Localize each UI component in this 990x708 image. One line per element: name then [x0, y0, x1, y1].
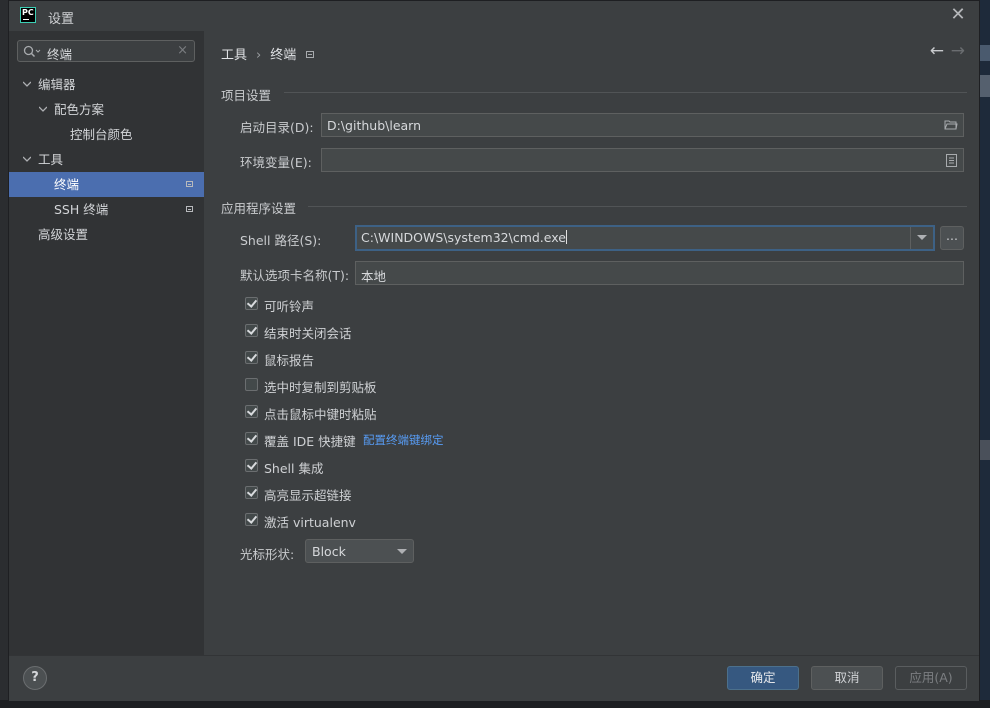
- sidebar-item-label: 终端: [54, 177, 80, 192]
- chevron-down-icon: [23, 81, 31, 87]
- chevron-down-icon: [397, 549, 407, 554]
- back-arrow-icon[interactable]: ←: [930, 41, 944, 61]
- help-button[interactable]: ?: [23, 666, 47, 690]
- default-tab-name-field[interactable]: 本地: [355, 261, 964, 285]
- apply-button[interactable]: 应用(A): [895, 666, 967, 690]
- breadcrumb-current: 终端: [270, 48, 297, 63]
- sidebar-item-label: 高级设置: [38, 227, 89, 242]
- checkbox-label: 覆盖 IDE 快捷键: [264, 434, 356, 449]
- browse-button[interactable]: ...: [940, 226, 964, 250]
- checkbox-label: 选中时复制到剪贴板: [264, 380, 377, 395]
- shell-path-label: Shell 路径(S):: [240, 233, 322, 248]
- window-title: 设置: [48, 12, 75, 27]
- cancel-button[interactable]: 取消: [811, 666, 883, 690]
- title-bar: PC 设置 ✕: [9, 1, 979, 31]
- checkbox-checked-icon[interactable]: [245, 324, 258, 337]
- project-settings-icon: [306, 51, 315, 58]
- checkbox-checked-icon[interactable]: [245, 513, 258, 526]
- sidebar-item-editor[interactable]: 编辑器: [9, 72, 204, 97]
- sidebar-item-label: SSH 终端: [54, 202, 109, 217]
- checkbox-checked-icon[interactable]: [245, 459, 258, 472]
- background-desktop: [980, 0, 990, 708]
- shell-path-combobox[interactable]: C:\WINDOWS\system32\cmd.exe: [355, 225, 935, 251]
- section-divider: [308, 206, 967, 207]
- breadcrumb-parent[interactable]: 工具: [221, 48, 247, 63]
- default-tab-name-label: 默认选项卡名称(T):: [240, 268, 350, 283]
- checkbox-label: Shell 集成: [264, 461, 324, 476]
- shell-path-value: C:\WINDOWS\system32\cmd.exe: [361, 230, 566, 245]
- sidebar-item-label: 配色方案: [54, 102, 105, 117]
- sidebar-item-color-scheme[interactable]: 配色方案: [9, 97, 204, 122]
- text-caret: [565, 230, 567, 244]
- search-input[interactable]: 终端 ×: [17, 40, 195, 62]
- chevron-down-icon[interactable]: [910, 227, 933, 249]
- sidebar-item-ssh-terminal[interactable]: SSH 终端: [9, 197, 204, 222]
- env-vars-label: 环境变量(E):: [240, 155, 312, 170]
- checkbox-checked-icon[interactable]: [245, 432, 258, 445]
- breadcrumb-separator: ›: [256, 48, 262, 63]
- sidebar-item-console-colors[interactable]: 控制台颜色: [9, 122, 204, 147]
- background-taskbar: [0, 700, 990, 708]
- env-vars-field[interactable]: [321, 148, 964, 172]
- settings-dialog: PC 设置 ✕ 终端 × 编辑器 配色方案 控制台颜色 工具 终端 SSH 终端…: [8, 0, 980, 701]
- chevron-down-icon: [39, 106, 47, 112]
- pycharm-logo-icon: PC: [20, 7, 36, 23]
- checkbox-unchecked-icon[interactable]: [245, 378, 258, 391]
- clear-search-icon[interactable]: ×: [177, 43, 188, 58]
- settings-sidebar: 终端 × 编辑器 配色方案 控制台颜色 工具 终端 SSH 终端 高级设置: [9, 31, 204, 655]
- start-dir-label: 启动目录(D):: [240, 120, 314, 135]
- dialog-footer: ? 确定 取消 应用(A): [9, 655, 979, 701]
- sidebar-item-tools[interactable]: 工具: [9, 147, 204, 172]
- start-dir-value: D:\github\learn: [327, 118, 422, 133]
- checkbox-label: 高亮显示超链接: [264, 488, 352, 503]
- folder-icon[interactable]: [944, 119, 958, 131]
- checkbox-label: 可听铃声: [264, 299, 315, 314]
- checkbox-checked-icon[interactable]: [245, 351, 258, 364]
- sidebar-item-label: 编辑器: [38, 77, 76, 92]
- section-app-settings: 应用程序设置: [221, 201, 297, 216]
- checkbox-label: 结束时关闭会话: [264, 326, 352, 341]
- checkbox-label: 激活 virtualenv: [264, 515, 356, 530]
- chevron-down-icon: [23, 156, 31, 162]
- checkbox-checked-icon[interactable]: [245, 405, 258, 418]
- ok-button[interactable]: 确定: [727, 666, 799, 690]
- cursor-shape-select[interactable]: Block: [305, 539, 414, 563]
- breadcrumb: 工具 › 终端: [221, 44, 315, 63]
- sidebar-item-terminal[interactable]: 终端: [9, 172, 204, 197]
- edit-list-icon[interactable]: [946, 154, 957, 167]
- project-settings-icon: [186, 181, 193, 187]
- search-icon: [23, 45, 41, 58]
- checkbox-checked-icon[interactable]: [245, 486, 258, 499]
- settings-content: 工具 › 终端 ← → 项目设置 启动目录(D): D:\github\learn …: [204, 31, 979, 655]
- cursor-shape-value: Block: [312, 544, 346, 559]
- sidebar-item-label: 工具: [38, 152, 64, 167]
- checkbox-checked-icon[interactable]: [245, 297, 258, 310]
- sidebar-item-label: 控制台颜色: [70, 127, 133, 142]
- default-tab-name-value: 本地: [361, 269, 387, 284]
- configure-keybindings-link[interactable]: 配置终端键绑定: [363, 432, 444, 448]
- checkbox-label: 点击鼠标中键时粘贴: [264, 407, 377, 422]
- section-project-settings: 项目设置: [221, 88, 272, 103]
- search-value: 终端: [47, 47, 73, 62]
- close-icon[interactable]: ✕: [947, 4, 969, 26]
- start-dir-field[interactable]: D:\github\learn: [321, 113, 964, 137]
- forward-arrow-icon[interactable]: →: [951, 41, 965, 61]
- section-divider: [284, 92, 967, 93]
- project-settings-icon: [186, 206, 193, 212]
- cursor-shape-label: 光标形状:: [240, 547, 295, 562]
- checkbox-label: 鼠标报告: [264, 353, 315, 368]
- sidebar-item-advanced-settings[interactable]: 高级设置: [9, 222, 204, 247]
